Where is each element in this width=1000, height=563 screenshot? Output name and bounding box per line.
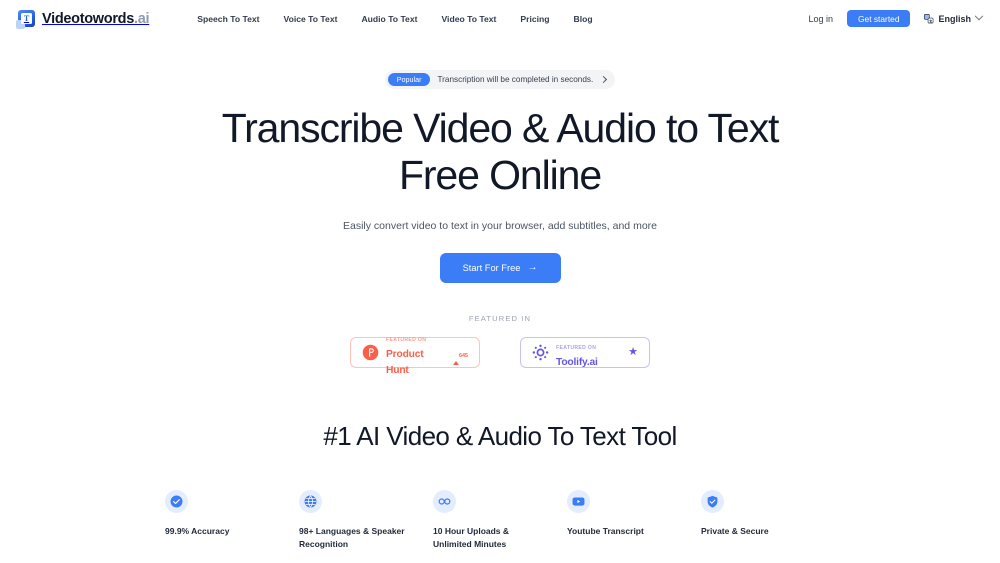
nav-actions: Log in Get started English [809,10,984,27]
page-title: Transcribe Video & Audio to Text Free On… [221,105,780,199]
feature-item-uploads: 10 Hour Uploads & Unlimited Minutes [433,490,567,551]
arrow-right-icon: → [527,262,538,274]
nav-links: Speech To Text Voice To Text Audio To Te… [185,14,604,24]
toolify-kicker: FEATURED ON [556,344,597,351]
feature-list: 99.9% Accuracy 98+ Languages & Speaker R… [0,490,1000,551]
feature-item-accuracy: 99.9% Accuracy [165,490,299,551]
globe-icon [304,495,317,508]
check-circle-icon [170,495,183,508]
section-title: #1 AI Video & Audio To Text Tool [323,421,677,452]
toolify-text: FEATURED ON Toolify.ai [556,337,621,369]
featured-badges: FEATURED ON Product Hunt 645 FEATURED ON [0,337,1000,375]
language-label: English [938,13,971,24]
nav-item-audio-to-text[interactable]: Audio To Text [349,14,429,24]
hero-section: Popular Transcription will be completed … [0,37,1000,375]
feature-label-secure: Private & Secure [701,526,769,537]
toolify-badge[interactable]: FEATURED ON Toolify.ai ★ [520,337,650,369]
feature-item-languages: 98+ Languages & Speaker Recognition [299,490,433,551]
featured-in-label: FEATURED IN [468,314,532,324]
pill-tag-popular: Popular [387,73,431,87]
toolify-name: Toolify.ai [556,356,598,368]
nav-item-speech-to-text[interactable]: Speech To Text [185,14,271,24]
language-icon [924,13,934,23]
accuracy-icon-wrap [165,490,188,514]
top-navigation-bar: T Videotowords.ai Speech To Text Voice T… [0,0,1000,37]
infinity-icon [438,498,451,505]
chevron-down-icon [974,11,984,20]
cta-label: Start For Free [462,263,521,274]
brand-name: Videotowords.ai [42,10,150,27]
nav-item-pricing[interactable]: Pricing [508,14,561,24]
announcement-pill[interactable]: Popular Transcription will be completed … [384,70,616,90]
shield-check-icon [707,496,718,508]
brand-name-main: Videotowords [42,10,135,27]
brand-name-suffix: .ai [134,10,150,27]
feature-label-accuracy: 99.9% Accuracy [165,526,230,537]
star-icon: ★ [628,346,638,359]
toolify-icon [532,344,549,361]
feature-label-uploads: 10 Hour Uploads & Unlimited Minutes [433,526,510,550]
youtube-icon-wrap [567,490,590,514]
brand-logo[interactable]: T Videotowords.ai [15,10,150,29]
feature-item-secure: Private & Secure [701,490,835,551]
product-hunt-text: FEATURED ON Product Hunt [386,329,446,377]
pill-message: Transcription will be completed in secon… [437,75,594,85]
login-link[interactable]: Log in [809,14,834,24]
nav-item-blog[interactable]: Blog [562,14,605,24]
uploads-icon-wrap [433,490,456,514]
feature-item-youtube: Youtube Transcript [567,490,701,551]
upvote-count: 645 [459,352,468,359]
secure-icon-wrap [701,490,724,514]
product-hunt-badge[interactable]: FEATURED ON Product Hunt 645 [350,337,480,375]
product-hunt-icon [362,344,379,361]
feature-label-youtube: Youtube Transcript [567,526,644,537]
youtube-icon [572,497,585,506]
product-hunt-name: Product Hunt [386,348,424,376]
nav-item-video-to-text[interactable]: Video To Text [429,14,508,24]
videotowords-logo-icon: T [15,10,35,29]
get-started-button[interactable]: Get started [847,10,911,27]
product-hunt-kicker: FEATURED ON [386,336,427,343]
language-selector[interactable]: English [924,11,984,24]
product-hunt-upvotes: 645 [453,343,468,365]
hero-subtitle: Easily convert video to text in your bro… [343,220,657,233]
languages-icon-wrap [299,490,322,514]
feature-label-languages: 98+ Languages & Speaker Recognition [299,526,405,550]
nav-item-voice-to-text[interactable]: Voice To Text [272,14,350,24]
start-for-free-button[interactable]: Start For Free → [439,253,561,284]
chevron-right-icon [600,76,608,84]
